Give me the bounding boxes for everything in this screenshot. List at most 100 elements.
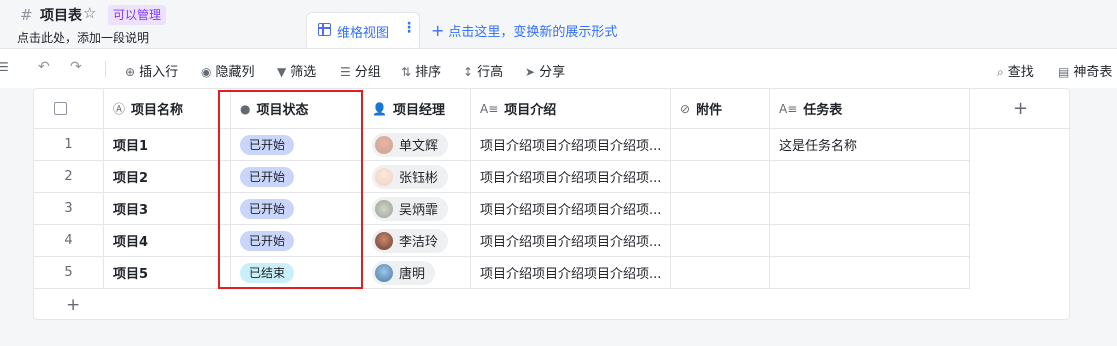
- eye-icon: ◉: [201, 65, 212, 79]
- project-name-cell[interactable]: 项目2: [104, 161, 231, 192]
- intro-cell[interactable]: 项目介绍项目介绍项目介绍项...: [471, 129, 671, 160]
- project-name-cell[interactable]: 项目4: [104, 225, 231, 256]
- permission-badge[interactable]: 可以管理: [108, 5, 167, 25]
- column-header-name[interactable]: Ⓐ 项目名称: [104, 89, 231, 128]
- row-index: 1: [34, 129, 104, 160]
- intro-cell[interactable]: 项目介绍项目介绍项目介绍项...: [471, 257, 671, 288]
- find-button[interactable]: ⌕ 查找: [997, 61, 1034, 80]
- single-select-icon: ●: [240, 101, 251, 116]
- manager-cell[interactable]: 吴炳霏: [363, 193, 471, 224]
- avatar: [375, 199, 393, 218]
- table-row[interactable]: 1 项目1 已开始 单文辉 项目介绍项目介绍项目介绍项... 这是任务名称: [34, 129, 970, 161]
- manager-cell[interactable]: 李洁玲: [363, 225, 471, 256]
- plus-icon: +: [1012, 98, 1029, 119]
- task-cell[interactable]: 这是任务名称: [770, 129, 970, 160]
- text-field-icon: Ⓐ: [113, 102, 126, 116]
- status-cell[interactable]: 已开始: [231, 129, 363, 160]
- attachment-cell[interactable]: [671, 193, 770, 224]
- task-cell[interactable]: [770, 161, 970, 192]
- share-icon: ➤: [525, 65, 536, 79]
- project-name-cell[interactable]: 项目3: [104, 193, 231, 224]
- filter-button[interactable]: ▼ 筛选: [277, 61, 316, 80]
- hide-columns-button[interactable]: ◉ 隐藏列: [201, 61, 255, 80]
- more-icon[interactable]: ⋮: [402, 20, 416, 36]
- column-status-label: 项目状态: [256, 103, 309, 118]
- group-button[interactable]: ☰ 分组: [340, 61, 381, 80]
- status-cell[interactable]: 已开始: [231, 161, 363, 192]
- view-label: 维格视图: [337, 26, 390, 41]
- task-cell[interactable]: [770, 225, 970, 256]
- undo-icon[interactable]: ↶: [38, 59, 50, 75]
- row-index: 3: [34, 193, 104, 224]
- avatar: [375, 263, 393, 282]
- add-column-button[interactable]: +: [970, 89, 1069, 129]
- manager-cell[interactable]: 单文辉: [363, 129, 471, 160]
- column-header-status[interactable]: ● 项目状态: [231, 89, 363, 128]
- status-tag: 已开始: [240, 166, 295, 187]
- task-cell[interactable]: [770, 257, 970, 288]
- intro-cell[interactable]: 项目介绍项目介绍项目介绍项...: [471, 161, 671, 192]
- row-height-button[interactable]: ↕ 行高: [463, 61, 503, 80]
- insert-row-button[interactable]: ⊕ 插入行: [125, 61, 178, 80]
- person-chip: 单文辉: [372, 132, 449, 157]
- attachment-cell[interactable]: [671, 225, 770, 256]
- page-title[interactable]: 项目表: [40, 5, 82, 25]
- long-text-icon: A≡: [480, 101, 499, 116]
- row-index: 5: [34, 257, 104, 288]
- row-height-label: 行高: [477, 65, 504, 80]
- row-index: 4: [34, 225, 104, 256]
- column-header-manager[interactable]: 👤 项目经理: [363, 89, 471, 128]
- sort-button[interactable]: ⇅ 排序: [401, 61, 441, 80]
- status-tag: 已开始: [240, 134, 295, 155]
- filter-label: 筛选: [290, 65, 317, 80]
- person-icon: 👤: [372, 101, 387, 116]
- magic-form-label: 神奇表: [1073, 65, 1113, 80]
- intro-cell[interactable]: 项目介绍项目介绍项目介绍项...: [471, 193, 671, 224]
- attachment-cell[interactable]: [671, 129, 770, 160]
- column-header-task[interactable]: A≡ 任务表: [770, 89, 970, 128]
- toolbar: ☰ ↶ ↷ ⊕ 插入行 ◉ 隐藏列 ▼ 筛选 ☰ 分组 ⇅ 排序 ↕ 行高 ➤ 分享 ⌕ 查找 …: [0, 48, 1117, 88]
- status-cell[interactable]: 已结束: [231, 257, 363, 288]
- sidebar-toggle-icon[interactable]: ☰: [0, 60, 9, 74]
- column-manager-label: 项目经理: [392, 103, 445, 118]
- redo-icon[interactable]: ↷: [70, 59, 82, 75]
- project-name-cell[interactable]: 项目5: [104, 257, 231, 288]
- status-cell[interactable]: 已开始: [231, 225, 363, 256]
- manager-name: 吴炳霏: [399, 203, 439, 218]
- table-row[interactable]: 2 项目2 已开始 张钰彬 项目介绍项目介绍项目介绍项...: [34, 161, 970, 193]
- attachment-cell[interactable]: [671, 257, 770, 288]
- column-header-intro[interactable]: A≡ 项目介绍: [471, 89, 671, 128]
- add-row-button[interactable]: +: [34, 289, 970, 319]
- add-view-button[interactable]: + 点击这里，变换新的展示形式: [431, 21, 617, 40]
- tab-grid-view[interactable]: 维格视图 ⋮: [306, 12, 420, 48]
- share-button[interactable]: ➤ 分享: [525, 61, 565, 80]
- description-text[interactable]: 点击此处，添加一段说明: [17, 29, 149, 46]
- toolbar-divider: [105, 61, 106, 77]
- star-icon[interactable]: ☆: [83, 4, 96, 22]
- sort-label: 排序: [415, 65, 442, 80]
- task-cell[interactable]: [770, 193, 970, 224]
- intro-cell[interactable]: 项目介绍项目介绍项目介绍项...: [471, 225, 671, 256]
- status-tag: 已开始: [240, 230, 295, 251]
- project-name-cell[interactable]: 项目1: [104, 129, 231, 160]
- magic-form-button[interactable]: ▤ 神奇表: [1058, 61, 1112, 80]
- column-header-attachment[interactable]: ⊘ 附件: [671, 89, 770, 128]
- group-label: 分组: [354, 65, 381, 80]
- manager-cell[interactable]: 唐明: [363, 257, 471, 288]
- table-row[interactable]: 5 项目5 已结束 唐明 项目介绍项目介绍项目介绍项...: [34, 257, 970, 289]
- insert-icon: ⊕: [125, 65, 136, 79]
- attachment-cell[interactable]: [671, 161, 770, 192]
- column-task-label: 任务表: [803, 103, 843, 118]
- select-all-checkbox[interactable]: [54, 102, 67, 115]
- insert-row-label: 插入行: [139, 65, 179, 80]
- table-row[interactable]: 4 项目4 已开始 李洁玲 项目介绍项目介绍项目介绍项...: [34, 225, 970, 257]
- add-view-label: 点击这里，变换新的展示形式: [448, 25, 618, 40]
- sort-icon: ⇅: [401, 65, 412, 79]
- table-row[interactable]: 3 项目3 已开始 吴炳霏 项目介绍项目介绍项目介绍项...: [34, 193, 970, 225]
- status-cell[interactable]: 已开始: [231, 193, 363, 224]
- plus-icon: +: [431, 21, 445, 40]
- select-all-cell[interactable]: [34, 89, 104, 128]
- hide-columns-label: 隐藏列: [215, 65, 255, 80]
- filter-icon: ▼: [277, 65, 287, 79]
- manager-cell[interactable]: 张钰彬: [363, 161, 471, 192]
